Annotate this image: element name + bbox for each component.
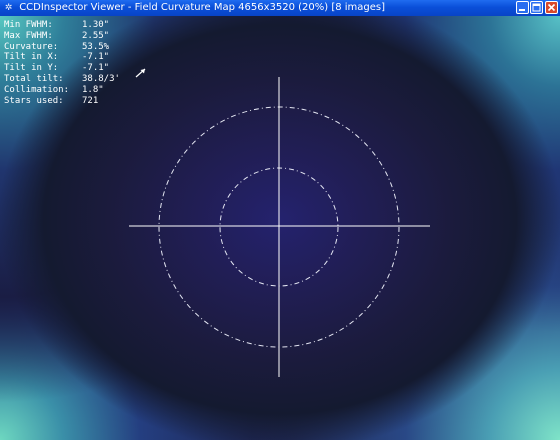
stat-collimation: Collimation: 1.8" bbox=[4, 85, 120, 96]
stat-label: Collimation: bbox=[4, 84, 70, 95]
stat-max-fwhm: Max FWHM: 2.55" bbox=[4, 31, 120, 42]
minimize-icon bbox=[519, 9, 525, 11]
stat-curvature: Curvature: 53.5% bbox=[4, 42, 120, 53]
stat-value: 1.30" bbox=[82, 20, 110, 30]
field-curvature-map[interactable]: Min FWHM: 1.30" Max FWHM: 2.55" Curvature:… bbox=[0, 16, 560, 440]
stat-value: 721 bbox=[82, 95, 99, 106]
stat-label: Total tilt: bbox=[4, 73, 64, 84]
stat-label: Max FWHM: bbox=[4, 30, 53, 41]
stat-tilt-x: Tilt in X: -7.1" bbox=[4, 52, 120, 63]
minimize-button[interactable] bbox=[516, 1, 529, 14]
stat-value: 1.8" bbox=[82, 84, 104, 95]
mouse-pointer-icon bbox=[135, 68, 146, 78]
stat-label: Stars used: bbox=[4, 95, 64, 106]
stat-min-fwhm: Min FWHM: 1.30" bbox=[4, 20, 120, 31]
maximize-button[interactable] bbox=[530, 1, 543, 14]
stat-total-tilt: Total tilt: 38.8/3' bbox=[4, 74, 120, 85]
stat-stars-used: Stars used: 721 bbox=[4, 96, 120, 107]
stat-value: -7.1" bbox=[82, 52, 110, 63]
title-bar[interactable]: ✲ CCDInspector Viewer - Field Curvature … bbox=[0, 0, 560, 16]
stat-value: 2.55" bbox=[82, 30, 110, 41]
viewer-window: ✲ CCDInspector Viewer - Field Curvature … bbox=[0, 0, 560, 440]
stat-value: -7.1" bbox=[82, 63, 110, 74]
app-icon[interactable]: ✲ bbox=[3, 0, 14, 16]
stat-value: 53.5% bbox=[82, 41, 110, 52]
stat-label: Curvature: bbox=[4, 41, 59, 52]
maximize-icon bbox=[532, 3, 541, 12]
close-button[interactable] bbox=[545, 1, 558, 14]
stat-value: 38.8/3' bbox=[82, 73, 120, 84]
stat-tilt-y: Tilt in Y: -7.1" bbox=[4, 63, 120, 74]
statistics-panel: Min FWHM: 1.30" Max FWHM: 2.55" Curvature:… bbox=[4, 20, 120, 106]
close-icon bbox=[547, 3, 556, 12]
window-title: CCDInspector Viewer - Field Curvature Ma… bbox=[19, 2, 386, 13]
stat-label: Min FWHM: bbox=[4, 20, 53, 30]
stat-label: Tilt in X: bbox=[4, 52, 59, 63]
stat-label: Tilt in Y: bbox=[4, 63, 59, 74]
